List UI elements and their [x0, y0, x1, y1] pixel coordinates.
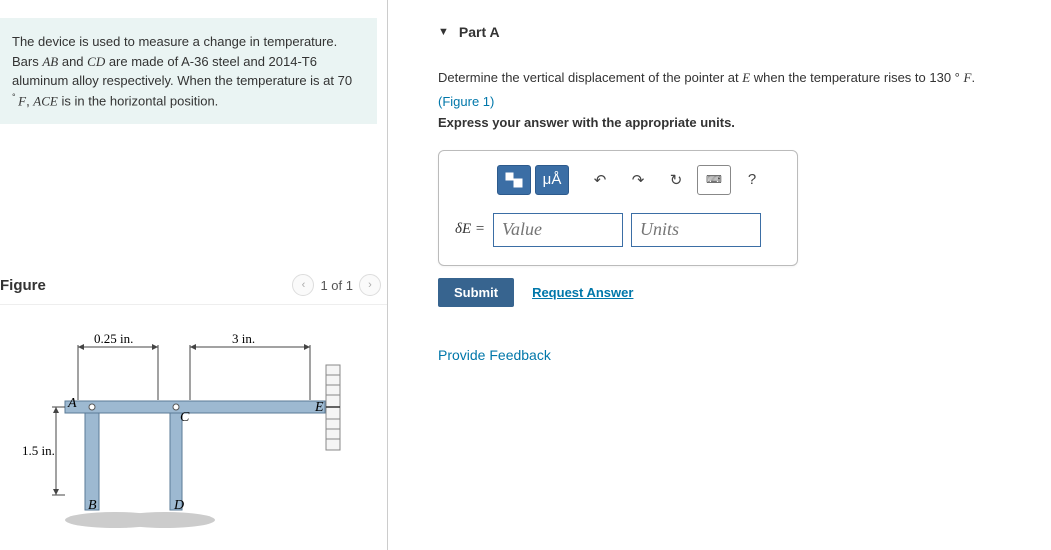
answer-toolbar: μÅ ↶ ↷ ↻ ⌨ ? [497, 165, 781, 195]
var-CD: CD [87, 54, 105, 69]
label-E: E [314, 400, 324, 415]
value-input[interactable] [493, 213, 623, 247]
var-ACE: ACE [33, 93, 58, 108]
figure-pager: ‹ 1 of 1 › [292, 274, 381, 296]
answer-box: μÅ ↶ ↷ ↻ ⌨ ? δE = [438, 150, 798, 266]
request-answer-link[interactable]: Request Answer [532, 285, 633, 300]
pager-prev-button[interactable]: ‹ [292, 274, 314, 296]
undo-icon[interactable]: ↶ [583, 165, 617, 195]
label-D: D [173, 498, 184, 513]
template-icon[interactable] [497, 165, 531, 195]
provide-feedback-link[interactable]: Provide Feedback [438, 347, 551, 363]
figure-diagram: A C E B D 0.25 in. 3 in. 1.5 in. [10, 325, 360, 535]
delta-E-label: δE = [455, 221, 485, 238]
figure-title: Figure [0, 277, 46, 294]
collapse-icon: ▼ [438, 26, 449, 38]
figure-link[interactable]: (Figure 1) [438, 94, 1031, 109]
part-header[interactable]: ▼ Part A [438, 24, 1031, 40]
label-A: A [67, 396, 77, 411]
part-title: Part A [459, 24, 500, 40]
dim-AB: 0.25 in. [94, 331, 133, 346]
help-button[interactable]: ? [735, 165, 769, 195]
dim-CE: 3 in. [232, 331, 255, 346]
units-input[interactable] [631, 213, 761, 247]
pager-next-button[interactable]: › [359, 274, 381, 296]
label-C: C [180, 410, 190, 425]
keyboard-icon[interactable]: ⌨ [697, 165, 731, 195]
redo-icon[interactable]: ↷ [621, 165, 655, 195]
figure-header: Figure ‹ 1 of 1 › [0, 264, 387, 305]
label-B: B [88, 498, 97, 513]
submit-button[interactable]: Submit [438, 278, 514, 307]
reset-icon[interactable]: ↻ [659, 165, 693, 195]
problem-statement: The device is used to measure a change i… [0, 18, 377, 124]
var-AB: AB [42, 54, 58, 69]
instruction-text: Express your answer with the appropriate… [438, 115, 1031, 130]
pager-text: 1 of 1 [320, 278, 353, 293]
dim-height: 1.5 in. [22, 443, 55, 458]
question-text: Determine the vertical displacement of t… [438, 68, 1031, 88]
units-button[interactable]: μÅ [535, 165, 569, 195]
problem-line1: The device is used to measure a change i… [12, 34, 337, 49]
